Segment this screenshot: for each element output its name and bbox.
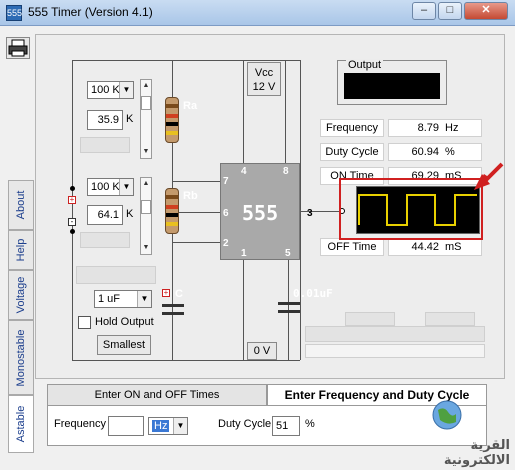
waveform-display [356, 186, 480, 234]
arrow-up-icon: ▲ [142, 82, 150, 89]
plus-icon: + [162, 288, 170, 297]
tab-help[interactable]: Help [8, 230, 34, 270]
frequency-input[interactable] [108, 416, 144, 436]
decor-bar [305, 326, 485, 342]
output-legend: Output [346, 59, 384, 71]
tab-monostable[interactable]: Monostable [8, 320, 34, 395]
chevron-down-icon: ▼ [173, 418, 187, 434]
off-time-readout: 44.42 mS [388, 238, 482, 256]
arrow-down-icon: ▼ [142, 244, 150, 251]
chevron-down-icon: ▼ [137, 291, 151, 307]
plus-icon: + [68, 195, 76, 204]
output-box: Output [337, 59, 447, 105]
tab-on-off-times[interactable]: Enter ON and OFF Times [47, 384, 267, 406]
decor-step [425, 312, 475, 326]
wire-right [300, 60, 301, 360]
input-tabs: Enter ON and OFF Times Enter Frequency a… [47, 384, 487, 446]
frequency-unit-select[interactable]: Hz ▼ [148, 417, 188, 435]
duty-unit: % [305, 418, 315, 430]
frequency-readout: 8.79 Hz [388, 119, 482, 137]
wire-top [72, 60, 300, 61]
capacitor-select[interactable]: 1 uF ▼ [94, 290, 152, 308]
tab-astable[interactable]: Astable [8, 395, 34, 453]
red-arrow-icon [474, 162, 504, 190]
capacitor2-plate [278, 310, 300, 313]
output-screen [344, 73, 440, 99]
ra-range-select[interactable]: 100 K ▼ [87, 81, 134, 99]
frequency-readout-label: Frequency [320, 119, 384, 137]
vcc-label-box: Vcc 12 V [247, 62, 281, 96]
wire-pin4 [243, 60, 244, 163]
wire-pin1 [243, 260, 244, 360]
node-dot [70, 229, 75, 234]
rb-blank-box [80, 232, 130, 248]
wire-left [72, 60, 73, 360]
blank-box [76, 266, 156, 284]
duty-input[interactable]: 51 [272, 416, 300, 436]
wire-pin8 [285, 60, 286, 163]
wire-pin2 [172, 242, 220, 243]
capacitor2-plate [278, 302, 300, 305]
chip-label: 555 [242, 201, 279, 225]
ra-blank-box [80, 137, 130, 153]
rb-slider[interactable]: ▲ ▼ [140, 177, 152, 255]
decor-bar [305, 344, 485, 358]
ra-slider-thumb[interactable] [141, 96, 151, 110]
duty-cycle-readout: 60.94 % [388, 143, 482, 161]
wire-pin7 [172, 181, 220, 182]
vertical-tab-bar: About Help Voltage Monostable Astable [8, 180, 34, 455]
rb-label: Rb [183, 190, 198, 202]
arrow-up-icon: ▲ [142, 180, 150, 187]
capacitor-plate [162, 312, 184, 315]
rb-value-field[interactable]: 64.1 [87, 205, 123, 225]
smallest-button[interactable]: Smallest [97, 335, 151, 355]
ra-label: Ra [183, 100, 198, 112]
rb-unit: K [126, 208, 134, 220]
duty-cycle-readout-label: Duty Cycle [320, 143, 384, 161]
ra-unit: K [126, 113, 134, 125]
output-waveform-highlight [339, 178, 483, 240]
rb-resistor [165, 188, 179, 234]
timer-chip: 4 8 7 6 2 3 1 5 555 [220, 163, 313, 260]
app-icon: 555 [6, 5, 22, 21]
rb-slider-thumb[interactable] [141, 200, 151, 214]
ra-slider[interactable]: ▲ ▼ [140, 79, 152, 159]
ra-value-field[interactable]: 35.9 [87, 110, 123, 130]
wire-pin6 [172, 212, 220, 213]
watermark-text: القرية الالكترونية [443, 438, 510, 468]
ground-label: 0 V [247, 342, 277, 360]
rb-range-select[interactable]: 100 K ▼ [87, 178, 134, 196]
cap2-label: 0.01uF [293, 287, 333, 300]
print-button[interactable] [6, 37, 30, 59]
capacitor-label: C [175, 288, 183, 300]
printer-icon [8, 39, 28, 57]
close-button[interactable]: ✕ [464, 2, 508, 20]
maximize-button[interactable]: □ [438, 2, 462, 20]
capacitor-plate [162, 304, 184, 307]
frequency-input-label: Frequency [54, 418, 106, 430]
hold-output-checkbox[interactable] [78, 316, 91, 329]
decor-step [345, 312, 395, 326]
off-time-readout-label: OFF Time [320, 238, 384, 256]
ra-resistor [165, 97, 179, 143]
wire-output [300, 211, 340, 212]
minus-icon: - [68, 218, 76, 226]
tab-about[interactable]: About [8, 180, 34, 230]
hold-output-label: Hold Output [95, 316, 154, 328]
duty-input-label: Duty Cycle [218, 418, 272, 430]
vcc-label: Vcc [254, 67, 274, 79]
wire-bottom [72, 360, 300, 361]
chevron-down-icon: ▼ [119, 82, 133, 98]
square-wave [358, 194, 477, 226]
node-dot [70, 186, 75, 191]
title-bar: 555 555 Timer (Version 4.1) – □ ✕ [0, 0, 515, 26]
globe-logo [432, 400, 462, 430]
tab-voltage[interactable]: Voltage [8, 270, 34, 320]
chevron-down-icon: ▼ [119, 179, 133, 195]
vcc-value: 12 V [252, 81, 276, 93]
minimize-button[interactable]: – [412, 2, 436, 20]
arrow-down-icon: ▼ [142, 148, 150, 155]
window-title: 555 Timer (Version 4.1) [28, 5, 153, 19]
